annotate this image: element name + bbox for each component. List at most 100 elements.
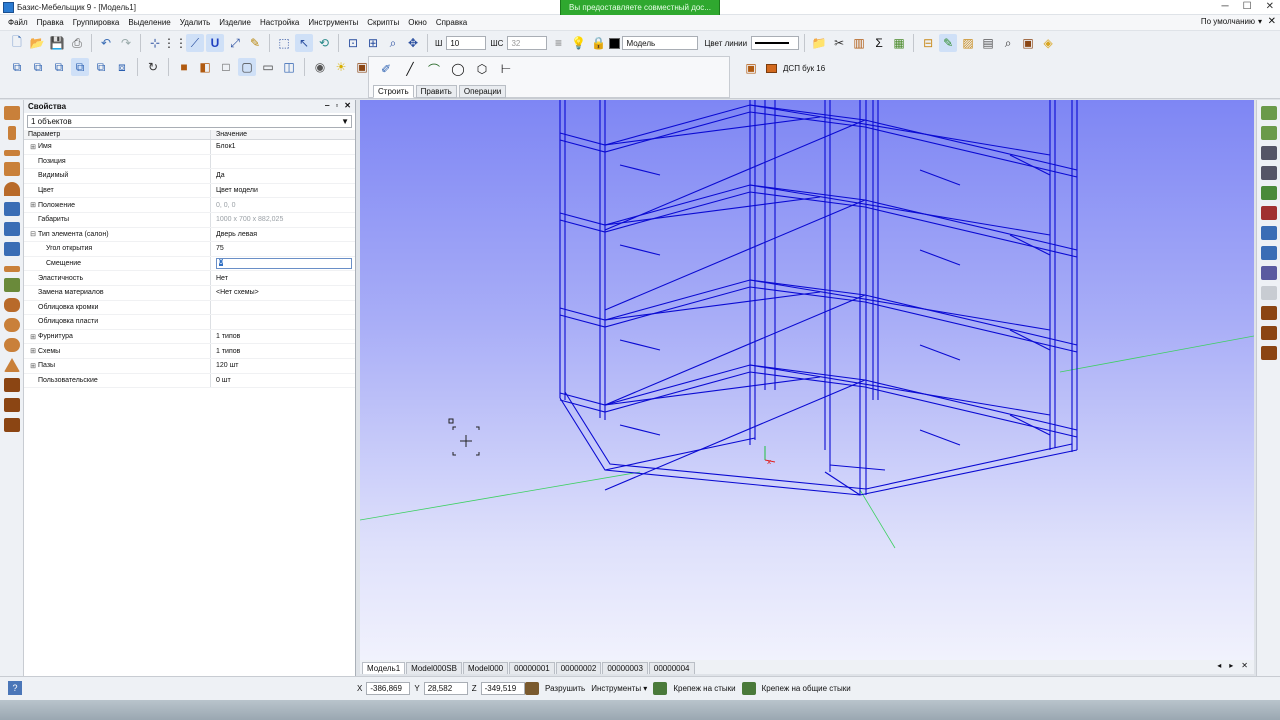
property-row[interactable]: Видимый Да xyxy=(24,169,355,184)
box-icon[interactable]: ▣ xyxy=(1019,34,1037,52)
panel-float-icon[interactable]: ▫ xyxy=(335,101,338,110)
render-xray-icon[interactable]: ◫ xyxy=(280,58,298,76)
fitting-icon[interactable] xyxy=(4,318,20,332)
sphere-icon[interactable] xyxy=(4,338,20,352)
material-disabled-icon[interactable] xyxy=(1261,286,1277,300)
undo-icon[interactable]: ↶ xyxy=(97,34,115,52)
offset-edit-field[interactable]: 0 xyxy=(216,258,352,270)
render-wire-icon[interactable]: ▢ xyxy=(238,58,256,76)
shelf-icon[interactable] xyxy=(4,266,20,272)
property-row[interactable]: ⊞ Пазы 120 шт xyxy=(24,358,355,374)
arch-icon[interactable] xyxy=(4,278,20,292)
close-icon[interactable]: ✕ xyxy=(1266,1,1274,12)
cabinet-icon[interactable] xyxy=(4,418,20,432)
tab-prev-icon[interactable]: ◂ xyxy=(1217,661,1221,670)
menu-group[interactable]: Группировка xyxy=(73,18,120,27)
tools-menu-button[interactable]: Инструменты ▾ xyxy=(591,684,647,693)
help-icon[interactable]: ? xyxy=(8,681,22,695)
material-icon[interactable]: ▣ xyxy=(742,59,760,77)
tab-next-icon[interactable]: ▸ xyxy=(1229,661,1233,670)
menu-file[interactable]: Файл xyxy=(8,18,28,27)
panel-icon[interactable]: ▥ xyxy=(850,34,868,52)
tab-00000003[interactable]: 00000003 xyxy=(602,662,648,674)
property-row[interactable]: Облицовка пласти xyxy=(24,315,355,330)
arc-line-icon[interactable]: ⌒ xyxy=(425,60,443,78)
lock-icon[interactable]: 🔒 xyxy=(589,34,607,52)
profile-icon[interactable] xyxy=(4,202,20,216)
property-value-cell[interactable]: 1000 x 700 x 882,025 xyxy=(210,212,355,227)
cut-icon[interactable]: ✂ xyxy=(830,34,848,52)
material-apply-icon[interactable] xyxy=(1261,266,1277,280)
menu-delete[interactable]: Удалить xyxy=(180,18,211,27)
open-folder-icon[interactable]: 📂 xyxy=(28,34,46,52)
save-icon[interactable]: 💾 xyxy=(48,34,66,52)
property-row[interactable]: Замена материалов <Нет схемы> xyxy=(24,285,355,301)
share-banner[interactable]: Вы предоставляете совместный дос... xyxy=(560,0,720,16)
print-icon[interactable]: ⎙ xyxy=(68,34,86,52)
render-solid-icon[interactable]: ■ xyxy=(175,58,193,76)
property-value-cell[interactable] xyxy=(210,315,355,329)
pointer-icon[interactable]: ↖ xyxy=(295,34,313,52)
select-icon[interactable]: ⬚ xyxy=(275,34,293,52)
y-coordinate-field[interactable]: 28,582 xyxy=(423,682,468,695)
view-custom-icon[interactable]: ⧈ xyxy=(113,58,131,76)
zoom-icon[interactable]: ⌕ xyxy=(384,34,402,52)
wireframe-scene[interactable]: x xyxy=(360,100,1254,660)
property-value-cell[interactable] xyxy=(210,300,355,315)
property-row[interactable]: Цвет Цвет модели xyxy=(24,183,355,199)
dimension-icon[interactable]: ⊢ xyxy=(497,60,515,78)
pencil-icon[interactable]: ✎ xyxy=(246,34,264,52)
line-style-select[interactable] xyxy=(751,36,800,50)
tab-model1[interactable]: Модель1 xyxy=(362,662,406,674)
cabinet-wireframe[interactable] xyxy=(559,100,1078,496)
horizontal-panel-icon[interactable] xyxy=(4,150,20,156)
box-add-icon[interactable] xyxy=(1261,306,1277,320)
property-value-cell[interactable] xyxy=(210,154,355,169)
snap-axes-icon[interactable]: ⊹ xyxy=(146,34,164,52)
tab-build[interactable]: Строить xyxy=(373,85,414,98)
bent-panel-icon[interactable] xyxy=(4,182,20,196)
new-file-icon[interactable]: 🗋 xyxy=(8,34,26,52)
property-value-cell[interactable]: 120 шт xyxy=(210,358,355,373)
layers-icon[interactable]: ≡ xyxy=(549,34,567,52)
folder-open-icon[interactable]: 📁 xyxy=(810,34,828,52)
z-coordinate-field[interactable]: -349,519 xyxy=(480,682,525,695)
menu-help[interactable]: Справка xyxy=(436,18,467,27)
shc-field[interactable]: 32 xyxy=(507,36,548,50)
edge-banding-icon[interactable] xyxy=(1261,226,1277,240)
property-value-cell[interactable]: Блок1 xyxy=(210,140,355,154)
table-icon[interactable]: ▤ xyxy=(979,34,997,52)
layout-icon[interactable] xyxy=(1261,106,1277,120)
layer-select[interactable]: Модель xyxy=(622,36,699,50)
tab-00000001[interactable]: 00000001 xyxy=(509,662,555,674)
property-value-cell[interactable]: 1 типов xyxy=(210,329,355,344)
fasteners-on-joints-button[interactable]: Крепеж на стыки xyxy=(673,684,735,693)
property-row[interactable]: Эластичность Нет xyxy=(24,271,355,286)
property-value-cell[interactable]: 0 xyxy=(210,256,355,271)
tab-model000sb[interactable]: Model000SB xyxy=(406,662,462,674)
property-row[interactable]: Угол открытия 75 xyxy=(24,242,355,257)
property-row[interactable]: ⊞ Положение 0, 0, 0 xyxy=(24,198,355,213)
fasteners-on-common-joints-button[interactable]: Крепеж на общие стыки xyxy=(762,684,851,693)
paint-icon[interactable]: ◈ xyxy=(1039,34,1057,52)
object-select[interactable]: 1 объектов ▼ xyxy=(27,115,352,128)
menu-scripts[interactable]: Скрипты xyxy=(367,18,399,27)
property-row[interactable]: ⊞ Фурнитура 1 типов xyxy=(24,329,355,345)
property-value-cell[interactable]: 0 шт xyxy=(210,373,355,388)
magnet-icon[interactable]: U xyxy=(206,34,224,52)
x-coordinate-field[interactable]: -386,869 xyxy=(366,682,411,695)
menu-select[interactable]: Выделение xyxy=(128,18,170,27)
expand-toggle-icon[interactable]: ⊞ xyxy=(28,347,38,355)
explode-icon[interactable] xyxy=(525,682,539,695)
sketch-icon[interactable]: ✐ xyxy=(377,60,395,78)
preset-select[interactable]: По умолчанию ▾ xyxy=(1201,17,1262,26)
panel-close-icon[interactable]: ✕ xyxy=(344,101,351,110)
add-panel-icon[interactable] xyxy=(1261,126,1277,140)
pan-icon[interactable]: ✥ xyxy=(404,34,422,52)
common-joint-fastener-icon[interactable] xyxy=(741,682,756,695)
render-shaded-icon[interactable]: ◧ xyxy=(196,58,214,76)
property-value-cell[interactable]: Дверь левая xyxy=(210,227,355,242)
zoom-all-icon[interactable]: ⊞ xyxy=(364,34,382,52)
render-edges-icon[interactable]: ▭ xyxy=(259,58,277,76)
close-document-icon[interactable]: ✕ xyxy=(1268,16,1276,27)
